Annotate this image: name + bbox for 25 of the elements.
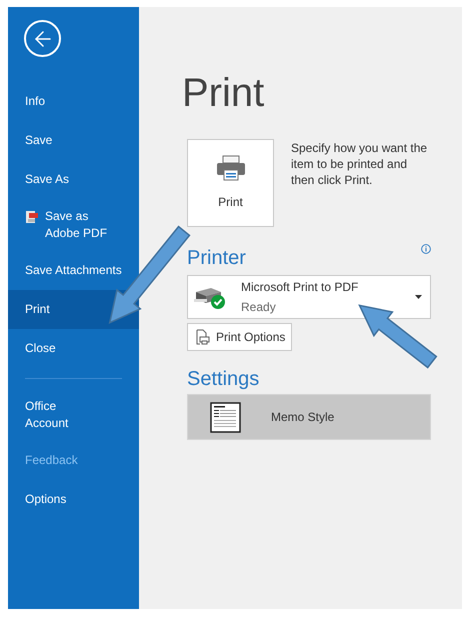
menu-item[interactable]: Save As	[8, 160, 139, 199]
menu-item[interactable]: Save as Adobe PDF	[8, 199, 139, 251]
caret-icon	[415, 295, 422, 299]
menu-item[interactable]: Close	[8, 329, 139, 368]
pdf-document-icon	[25, 210, 39, 224]
menu-item[interactable]: Save Attachments	[8, 251, 139, 290]
printer-name: Microsoft Print to PDF	[241, 279, 360, 295]
menu-item[interactable]: Save	[8, 121, 139, 160]
print-button[interactable]: Print	[187, 139, 274, 227]
print-options-button[interactable]: Print Options	[187, 323, 292, 351]
menu-item[interactable]: Options	[8, 480, 139, 519]
back-button[interactable]	[24, 20, 61, 57]
memo-page-icon	[210, 402, 241, 432]
menu-item[interactable]: Office Account	[8, 389, 139, 441]
info-icon	[421, 244, 431, 254]
menu-item[interactable]: Info	[8, 82, 139, 121]
printer-heading: Printer	[187, 246, 246, 270]
print-style-option[interactable]: Memo Style	[187, 394, 431, 440]
print-options-icon	[194, 329, 210, 345]
printer-status: Ready	[241, 299, 277, 315]
print-description: Specify how you want the item to be printed and then click Print.	[291, 140, 428, 189]
printer-icon	[216, 155, 246, 181]
printer-dropdown[interactable]: Microsoft Print to PDF Ready	[187, 275, 431, 319]
settings-heading: Settings	[187, 367, 260, 392]
page-title: Print	[182, 70, 266, 117]
